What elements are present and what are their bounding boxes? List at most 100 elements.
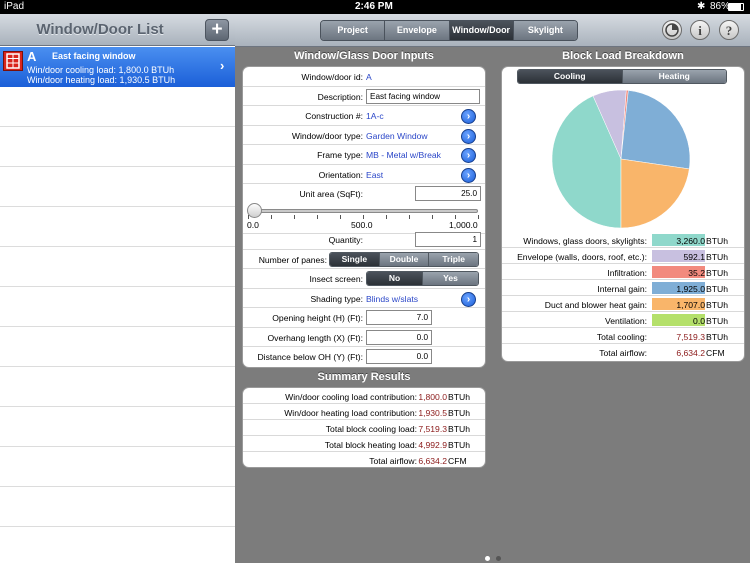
id-row: Window/door id: A (243, 67, 485, 87)
shading-label: Shading type: (310, 293, 363, 304)
summary-unit: BTUh (448, 424, 470, 434)
breakdown-value: 1,707.0 (676, 300, 705, 310)
arrow-right-icon[interactable]: › (461, 148, 476, 163)
panes-single[interactable]: Single (330, 252, 380, 266)
pie-slice-3 (620, 90, 691, 170)
tab-cooling[interactable]: Cooling (518, 70, 623, 83)
breakdown-tabs: Cooling Heating (517, 69, 727, 84)
panes-triple[interactable]: Triple (429, 252, 478, 266)
help-icon[interactable]: ? (719, 20, 739, 40)
panes-label: Number of panes: (258, 254, 327, 265)
orientation-row[interactable]: Orientation: East › (243, 165, 485, 184)
breakdown-value: 0.0 (693, 316, 705, 326)
description-label: Description: (317, 91, 363, 102)
overhang-label: Overhang length (X) (Ft): (267, 332, 363, 343)
breakdown-value: 35.2 (688, 268, 705, 278)
description-field[interactable]: East facing window (366, 88, 480, 104)
slider-tick (386, 215, 387, 219)
inputs-title: Window/Glass Door Inputs (294, 50, 434, 62)
add-window-button[interactable]: + (205, 19, 229, 41)
tab-project[interactable]: Project (321, 21, 386, 40)
overhang-row: Overhang length (X) (Ft): 0.0 (243, 328, 485, 347)
slider-min-label: 0.0 (247, 220, 259, 230)
overhang-field[interactable]: 0.0 (366, 329, 432, 345)
window-type-value: Garden Window (366, 130, 428, 141)
pie-chart-icon[interactable] (662, 20, 682, 40)
list-divider (0, 246, 235, 247)
summary-row: Win/door heating load contribution: 1,930… (243, 404, 485, 420)
frame-type-row[interactable]: Frame type: MB - Metal w/Break › (243, 145, 485, 165)
quantity-label: Quantity: (328, 235, 363, 245)
opening-height-label: Opening height (H) (Ft): (272, 313, 363, 323)
window-icon (3, 51, 23, 71)
panes-double[interactable]: Double (379, 252, 430, 266)
slider-tick (317, 215, 318, 219)
opening-height-row: Opening height (H) (Ft): 7.0 (243, 308, 485, 328)
summary-value: 7,519.3 (418, 424, 447, 434)
orientation-value: East (366, 169, 384, 180)
area-slider-track[interactable] (248, 209, 478, 213)
breakdown-unit: BTUh (706, 236, 728, 246)
slider-tick (294, 215, 295, 219)
opening-height-field[interactable]: 7.0 (366, 310, 432, 325)
summary-value: 6,634.2 (418, 456, 447, 466)
info-icon[interactable]: i (690, 20, 710, 40)
summary-unit: BTUh (448, 392, 470, 402)
arrow-right-icon[interactable]: › (461, 128, 476, 144)
list-divider (0, 326, 235, 327)
distance-below-label: Distance below OH (Y) (Ft): (257, 352, 363, 362)
unit-area-field[interactable]: 25.0 (415, 186, 481, 201)
tab-envelope[interactable]: Envelope (385, 21, 450, 40)
window-type-row[interactable]: Window/door type: Garden Window › (243, 126, 485, 145)
status-bar: iPad 2:46 PM ✱ 86% (0, 0, 750, 14)
construction-row[interactable]: Construction #: 1A-c › (243, 106, 485, 126)
orientation-label: Orientation: (318, 169, 363, 180)
summary-row: Total airflow: 6,634.2 CFM (243, 452, 485, 468)
arrow-right-icon[interactable]: › (461, 291, 476, 307)
insect-no[interactable]: No (367, 272, 423, 285)
insect-screen-label: Insect screen: (309, 274, 364, 284)
slider-ticks (248, 215, 479, 219)
summary-row: Win/door cooling load contribution: 1,800… (243, 388, 485, 404)
insect-yes[interactable]: Yes (423, 272, 478, 285)
breakdown-label: Ventilation: (604, 316, 647, 326)
summary-row: Total block cooling load: 7,519.3 BTUh (243, 420, 485, 436)
list-divider (0, 166, 235, 167)
window-name: East facing window (52, 51, 136, 61)
summary-value: 1,800.0 (418, 392, 447, 402)
slider-max-label: 1,000.0 (449, 220, 478, 230)
quantity-row: Quantity: 1 (243, 230, 485, 250)
detail-pane: Project Envelope Window/Door Skylight i … (235, 14, 750, 563)
breakdown-value: 7,519.3 (676, 332, 705, 342)
shading-value: Blinds w/slats (366, 293, 419, 304)
summary-label: Total airflow: (369, 456, 417, 466)
breakdown-value: 592.1 (683, 252, 705, 262)
tab-window-door[interactable]: Window/Door (449, 21, 514, 40)
summary-value: 4,992.9 (418, 440, 447, 450)
insect-screen-row: Insect screen: No Yes (243, 269, 485, 289)
breakdown-label: Envelope (walls, doors, roof, etc.): (517, 252, 647, 262)
breakdown-label: Internal gain: (597, 284, 647, 294)
arrow-right-icon[interactable]: › (461, 109, 476, 124)
quantity-field[interactable]: 1 (415, 232, 481, 247)
list-item-selected[interactable]: A East facing window Win/door cooling lo… (0, 47, 235, 87)
page-dot[interactable] (496, 556, 501, 561)
heating-load-text: Win/door heating load: 1,930.5 BTUh (27, 75, 176, 85)
page-dot-active[interactable] (485, 556, 490, 561)
pie-slice-4 (620, 158, 690, 229)
tab-skylight[interactable]: Skylight (513, 21, 577, 40)
shading-row[interactable]: Shading type: Blinds w/slats › (243, 289, 485, 308)
breakdown-panel: Cooling Heating Windows, glass doors, sk… (501, 66, 745, 362)
frame-type-value: MB - Metal w/Break (366, 150, 441, 160)
distance-below-row: Distance below OH (Y) (Ft): 0.0 (243, 347, 485, 367)
tab-heating[interactable]: Heating (622, 70, 726, 83)
arrow-right-icon[interactable]: › (461, 167, 476, 183)
distance-below-field[interactable]: 0.0 (366, 349, 432, 364)
window-type-label: Window/door type: (291, 130, 363, 141)
battery-percent: 86% (710, 1, 731, 12)
insect-screen-selector: No Yes (366, 271, 479, 286)
summary-title: Summary Results (317, 371, 411, 383)
bluetooth-icon: ✱ (697, 1, 706, 12)
breakdown-unit: BTUh (706, 332, 728, 342)
breakdown-value: 3,260.0 (676, 236, 705, 246)
